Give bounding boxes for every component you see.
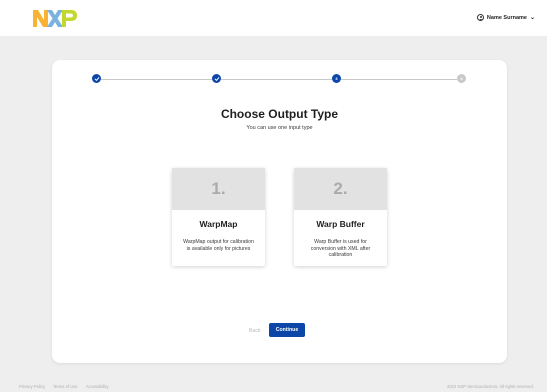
- privacy-policy-link[interactable]: Privacy Policy: [19, 384, 45, 389]
- step-1-completed[interactable]: [92, 74, 101, 83]
- option-number: 2.: [294, 168, 387, 210]
- terms-of-use-link[interactable]: Terms of Use: [53, 384, 78, 389]
- continue-button[interactable]: Continue: [269, 323, 305, 337]
- progress-stepper: 3 4: [92, 74, 466, 86]
- check-icon: [214, 76, 219, 81]
- option-card-warp-buffer[interactable]: 2. Warp Buffer Warp Buffer is used for c…: [294, 168, 387, 266]
- top-bar: Name Surname ⌄: [0, 0, 547, 36]
- step-connector: [341, 79, 457, 80]
- step-connector: [221, 79, 332, 80]
- accessibility-link[interactable]: Accessibility: [86, 384, 109, 389]
- nxp-logo[interactable]: [33, 10, 77, 27]
- page-title: Choose Output Type: [220, 107, 339, 121]
- step-number: 3: [335, 75, 338, 81]
- chevron-down-icon: ⌄: [529, 14, 535, 21]
- option-description: WarpMap output for calibration is availa…: [183, 239, 254, 252]
- step-connector: [101, 79, 212, 80]
- user-menu[interactable]: Name Surname ⌄: [476, 14, 535, 21]
- option-description: Warp Buffer is used for conversion with …: [310, 239, 371, 258]
- wizard-card: 3 4 Choose Output Type You can use one i…: [52, 60, 507, 363]
- back-button[interactable]: Back: [249, 328, 261, 334]
- option-title: WarpMap: [199, 219, 238, 229]
- option-number: 1.: [172, 168, 265, 210]
- user-name: Name Surname: [486, 14, 527, 21]
- step-3-current: 3: [332, 74, 341, 83]
- copyright-text: 2022 NXP Semiconductors. All rights rese…: [447, 384, 534, 389]
- step-2-completed[interactable]: [212, 74, 221, 83]
- option-title: Warp Buffer: [316, 219, 365, 229]
- user-avatar-icon: [476, 14, 484, 21]
- option-card-warpmap[interactable]: 1. WarpMap WarpMap output for calibratio…: [172, 168, 265, 266]
- page-subtitle: You can use one input type: [246, 125, 313, 131]
- step-number: 4: [460, 75, 463, 81]
- step-4-upcoming: 4: [457, 74, 466, 83]
- check-icon: [94, 76, 99, 81]
- footer-links: Privacy Policy Terms of Use Accessibilit…: [19, 384, 109, 389]
